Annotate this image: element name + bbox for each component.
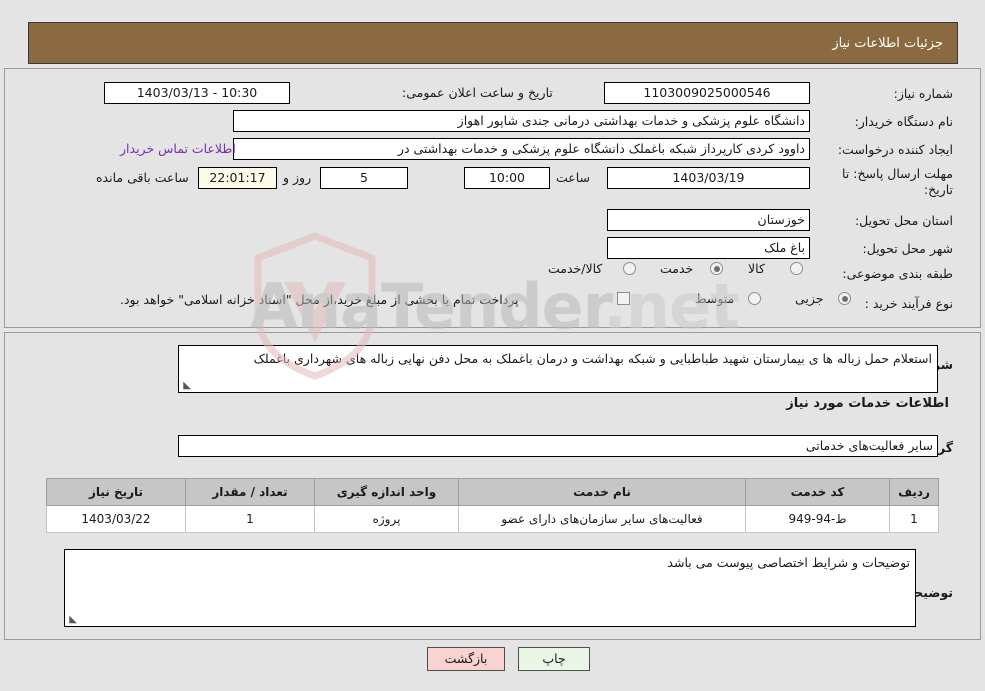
treasury-checkbox[interactable] xyxy=(617,292,630,305)
creator-field[interactable]: داوود کردی کارپرداز شبکه باغملک دانشگاه … xyxy=(233,138,810,160)
page-header: جزئیات اطلاعات نیاز xyxy=(28,22,958,64)
col-qty: تعداد / مقدار xyxy=(185,478,315,506)
need-number-field[interactable]: 1103009025000546 xyxy=(604,82,810,104)
category-radio-1[interactable] xyxy=(710,262,723,275)
province-label: استان محل تحویل: xyxy=(854,213,953,228)
city-label: شهر محل تحویل: xyxy=(862,241,953,256)
remaining-days-label: روز و xyxy=(283,170,312,185)
remaining-days-field[interactable]: 5 xyxy=(320,167,408,189)
cell-name: فعالیت‌های سایر سازمان‌های دارای عضو xyxy=(458,505,746,533)
buyer-notes-textarea[interactable]: توضیحات و شرایط اختصاصی پیوست می باشد ◣ xyxy=(64,549,916,627)
deadline-hour-field[interactable]: 10:00 xyxy=(464,167,550,189)
category-label: طبقه بندی موضوعی: xyxy=(842,266,953,281)
col-unit: واحد اندازه گیری xyxy=(314,478,459,506)
category-radio-label-0: کالا xyxy=(748,261,765,276)
process-radio-label-1: متوسط xyxy=(695,291,735,306)
cell-date: 1403/03/22 xyxy=(46,505,186,533)
process-radio-1[interactable] xyxy=(748,292,761,305)
category-radio-label-2: کالا/خدمت xyxy=(548,261,603,276)
page-title: جزئیات اطلاعات نیاز xyxy=(832,35,943,51)
buyer-org-field[interactable]: دانشگاه علوم پزشکی و خدمات بهداشتی درمان… xyxy=(233,110,810,132)
services-section-heading: اطلاعات خدمات مورد نیاز xyxy=(786,396,949,411)
process-radio-label-0: جزیی xyxy=(795,291,824,306)
remaining-time-label: ساعت باقی مانده xyxy=(96,170,189,185)
deadline-date-field[interactable]: 1403/03/19 xyxy=(607,167,810,189)
cell-qty: 1 xyxy=(185,505,315,533)
buyer-contact-link[interactable]: اطلاعات تماس خریدار xyxy=(120,138,236,160)
category-radio-label-1: خدمت xyxy=(660,261,694,276)
page-root: AnaTender.net جزئیات اطلاعات نیاز شماره … xyxy=(0,0,985,691)
summary-text: استعلام حمل زباله ها ی بیمارستان شهید طب… xyxy=(253,351,932,366)
col-code: کد خدمت xyxy=(745,478,890,506)
category-radio-2[interactable] xyxy=(623,262,636,275)
need-info-panel xyxy=(4,68,981,328)
cell-code: ط-94-949 xyxy=(745,505,890,533)
deadline-label-line1: مهلت ارسال پاسخ: تا xyxy=(842,166,953,181)
cell-unit: پروژه xyxy=(314,505,459,533)
col-name: نام خدمت xyxy=(458,478,746,506)
summary-textarea[interactable]: استعلام حمل زباله ها ی بیمارستان شهید طب… xyxy=(178,345,938,393)
table-header-row: ردیف کد خدمت نام خدمت واحد اندازه گیری ت… xyxy=(46,478,939,506)
city-field[interactable]: باغ ملک xyxy=(607,237,810,259)
treasury-note-label: پرداخت تمام یا بخشی از مبلغ خرید،از محل … xyxy=(120,292,519,307)
remaining-time-field: 22:01:17 xyxy=(198,167,277,189)
buyer-org-label: نام دستگاه خریدار: xyxy=(854,114,953,129)
category-radio-0[interactable] xyxy=(790,262,803,275)
process-label: نوع فرآیند خرید : xyxy=(864,296,953,311)
cell-row: 1 xyxy=(889,505,939,533)
col-row: ردیف xyxy=(889,478,939,506)
deadline-label-line2: تاریخ: xyxy=(923,182,953,197)
back-button[interactable]: بازگشت xyxy=(427,647,505,671)
col-date: تاریخ نیاز xyxy=(46,478,186,506)
resize-grip-icon[interactable]: ◣ xyxy=(181,381,191,391)
province-field[interactable]: خوزستان xyxy=(607,209,810,231)
process-radio-0[interactable] xyxy=(838,292,851,305)
announce-label: تاریخ و ساعت اعلان عمومی: xyxy=(402,85,553,100)
need-number-label: شماره نیاز: xyxy=(893,86,953,101)
buyer-notes-text: توضیحات و شرایط اختصاصی پیوست می باشد xyxy=(667,555,910,570)
services-table: ردیف کد خدمت نام خدمت واحد اندازه گیری ت… xyxy=(46,478,939,533)
deadline-hour-label: ساعت xyxy=(556,170,591,185)
print-button[interactable]: چاپ xyxy=(518,647,590,671)
resize-grip-icon-2[interactable]: ◣ xyxy=(67,615,77,625)
creator-label: ایجاد کننده درخواست: xyxy=(837,142,953,157)
announce-datetime-field[interactable]: 10:30 - 1403/03/13 xyxy=(104,82,290,104)
service-group-field[interactable]: سایر فعالیت‌های خدماتی xyxy=(178,435,938,457)
table-row: 1 ط-94-949 فعالیت‌های سایر سازمان‌های دا… xyxy=(46,505,939,533)
